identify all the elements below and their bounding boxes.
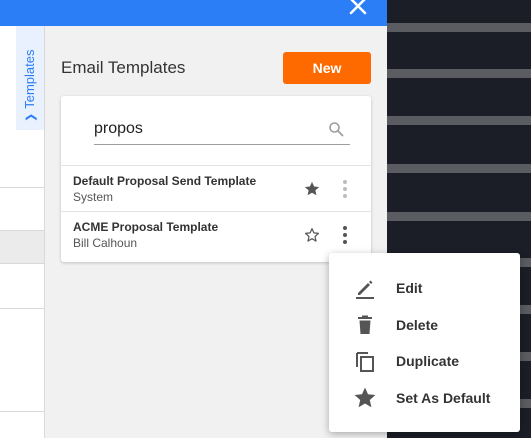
background-stripe xyxy=(387,164,531,173)
background-stripe xyxy=(387,69,531,78)
templates-side-tab[interactable]: ❯ Templates xyxy=(16,26,45,130)
more-vertical-icon[interactable] xyxy=(335,224,355,246)
top-bar xyxy=(0,0,387,26)
background-stripe xyxy=(387,23,531,32)
search-icon[interactable] xyxy=(328,121,344,137)
template-owner: System xyxy=(73,190,114,204)
menu-item-set-default[interactable]: Set As Default xyxy=(329,380,520,416)
divider xyxy=(0,263,45,264)
background-stripe xyxy=(387,116,531,125)
panel-title: Email Templates xyxy=(61,58,186,77)
star-icon xyxy=(354,387,376,408)
template-item[interactable]: ACME Proposal Template Bill Calhoun xyxy=(61,212,371,258)
trash-icon xyxy=(358,315,372,334)
template-owner: Bill Calhoun xyxy=(73,236,138,250)
menu-item-delete[interactable]: Delete xyxy=(329,307,520,343)
menu-item-duplicate[interactable]: Duplicate xyxy=(329,343,520,379)
new-template-button[interactable]: New xyxy=(283,52,371,84)
side-tab-label: Templates xyxy=(22,49,37,109)
star-filled-icon[interactable] xyxy=(303,180,321,198)
pencil-icon xyxy=(356,280,374,299)
background-stripe xyxy=(387,212,531,221)
copy-icon xyxy=(356,352,374,372)
template-name: Default Proposal Send Template xyxy=(73,174,257,188)
menu-item-label: Delete xyxy=(396,317,439,333)
menu-item-label: Duplicate xyxy=(396,353,460,369)
more-vertical-icon[interactable] xyxy=(335,178,355,200)
divider xyxy=(0,308,45,309)
menu-item-label: Edit xyxy=(396,280,423,296)
template-item[interactable]: Default Proposal Send Template System xyxy=(61,166,371,212)
search-input[interactable] xyxy=(94,117,314,141)
menu-item-label: Set As Default xyxy=(396,390,491,406)
divider xyxy=(0,411,45,412)
close-icon[interactable] xyxy=(346,0,370,18)
search-field xyxy=(94,114,350,145)
divider xyxy=(0,187,45,188)
table-row xyxy=(0,231,45,263)
template-name: ACME Proposal Template xyxy=(73,220,219,234)
chevron-down-icon: ❯ xyxy=(25,112,37,122)
star-outline-icon[interactable] xyxy=(303,226,321,244)
menu-item-edit[interactable]: Edit xyxy=(329,270,520,306)
